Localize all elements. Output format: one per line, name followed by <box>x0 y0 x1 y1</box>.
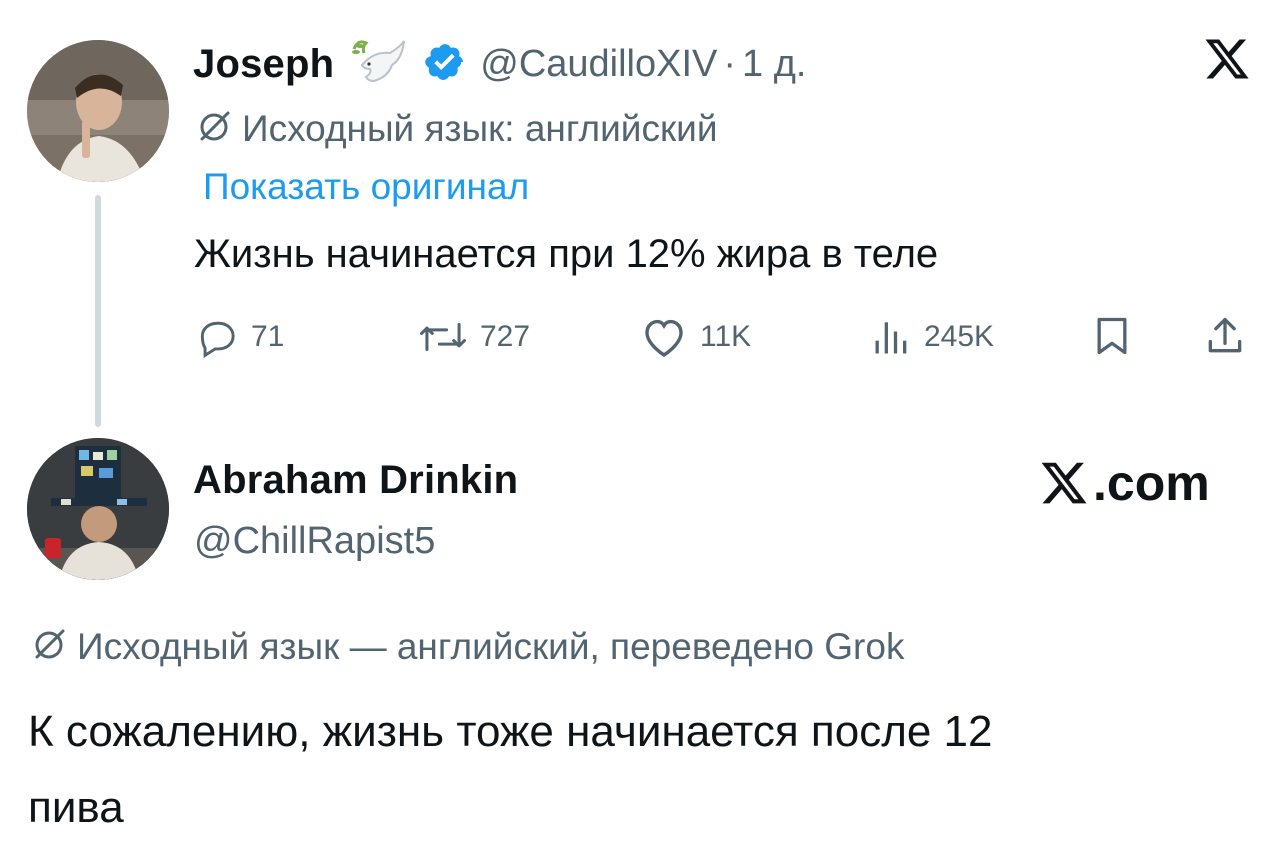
x-com-text: .com <box>1093 455 1210 511</box>
x-logo-large-icon <box>1037 458 1091 508</box>
like-count: 11K <box>700 320 752 353</box>
header-separator: · <box>723 42 737 85</box>
avatar-abraham-image <box>27 438 169 580</box>
reply-count: 71 <box>251 320 285 353</box>
reply-text-line-1: К сожалению, жизнь тоже начинается после… <box>28 707 993 756</box>
author-name[interactable]: Joseph <box>193 42 334 87</box>
show-original-link[interactable]: Показать оригинал <box>203 166 529 208</box>
repost-button[interactable]: 727 <box>418 314 530 360</box>
reply-button[interactable]: 71 <box>195 314 284 360</box>
repost-count: 727 <box>480 320 531 353</box>
translate-icon <box>196 109 232 150</box>
dove-emoji-icon <box>348 37 406 92</box>
heart-icon <box>640 315 688 359</box>
like-button[interactable]: 11K <box>640 314 751 360</box>
author-handle[interactable]: @CaudilloXIV <box>480 43 717 86</box>
x-logo-icon[interactable] <box>1203 35 1251 88</box>
views-count: 245K <box>924 320 995 353</box>
reply-author-name[interactable]: Abraham Drinkin <box>193 458 518 503</box>
thread-connector-line <box>95 195 101 427</box>
avatar-joseph-image <box>27 40 169 182</box>
translation-note: Исходный язык: английский <box>196 106 718 152</box>
bookmark-button[interactable] <box>1090 314 1134 363</box>
reply-translation-note: Исходный язык — английский, переведено G… <box>31 624 904 670</box>
repost-icon <box>418 315 468 359</box>
views-icon <box>868 315 912 359</box>
share-button[interactable] <box>1203 314 1247 363</box>
reply-translation-label: Исходный язык — английский, переведено G… <box>77 626 905 667</box>
x-com-brand: .com <box>1037 455 1210 511</box>
reply-text: К сожалению, жизнь тоже начинается после… <box>28 694 993 846</box>
reply-icon <box>195 315 239 359</box>
views-button[interactable]: 245K <box>868 314 994 360</box>
reply-author-handle[interactable]: @ChillRapist5 <box>194 520 435 563</box>
verified-badge-icon[interactable] <box>424 41 466 88</box>
avatar-joseph[interactable] <box>27 40 169 182</box>
tweet-time[interactable]: 1 д. <box>742 43 806 86</box>
reply-text-line-2: пива <box>28 783 124 832</box>
share-icon <box>1203 317 1247 362</box>
source-language-label: Исходный язык: английский <box>242 108 718 149</box>
translate-icon-reply <box>31 627 67 668</box>
bookmark-icon <box>1090 317 1134 362</box>
tweet-header: Joseph @CaudilloXIV · 1 д. <box>193 38 806 90</box>
avatar-abraham[interactable] <box>27 438 169 580</box>
tweet-text: Жизнь начинается при 12% жира в теле <box>194 232 939 276</box>
